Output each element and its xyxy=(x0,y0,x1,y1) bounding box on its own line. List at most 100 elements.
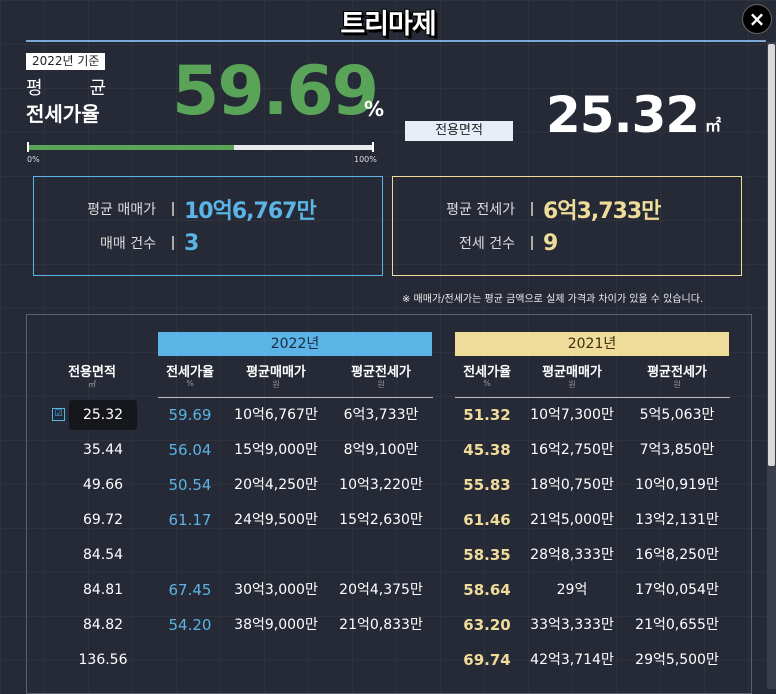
col-sale21-header: 평균매매가 xyxy=(542,365,602,380)
cell-r22: 50.54 xyxy=(168,476,212,494)
cell-s21: 28억8,333만 xyxy=(530,547,614,563)
sale-count-row: 매매 건수 3 xyxy=(34,228,382,258)
cell-r22: 56.04 xyxy=(168,441,212,459)
col-ratio21-header: 전세가율 xyxy=(463,365,511,380)
separator xyxy=(172,202,174,216)
cell-r21: 58.64 xyxy=(463,581,511,599)
cell-s22: 38억9,000만 xyxy=(234,617,318,633)
col-area-unit: ㎡ xyxy=(88,380,96,389)
avg-label: 평 균 xyxy=(26,74,106,100)
cell-j21: 7억3,850만 xyxy=(639,442,715,458)
cell-area: 84.82 xyxy=(82,617,124,633)
cell-r21: 55.83 xyxy=(463,476,511,494)
col-ratio22-unit: % xyxy=(186,379,194,388)
cell-j21: 16억8,250만 xyxy=(635,547,719,563)
col-jeonse21-header: 평균전세가 xyxy=(647,365,707,380)
cell-s22: 20억4,250만 xyxy=(234,477,318,493)
cell-area: 136.56 xyxy=(78,652,128,668)
cell-s21: 33억3,333만 xyxy=(530,617,614,633)
cell-area: 84.54 xyxy=(82,547,124,563)
cell-r21: 58.35 xyxy=(463,546,511,564)
table-row[interactable]: 84.54 58.35 28억8,333만 16억8,250만 xyxy=(27,538,753,573)
disclaimer-note: ※ 매매가/전세가는 평균 금액으로 실제 가격과 차이가 있을 수 있습니다. xyxy=(402,294,704,305)
cell-r21: 51.32 xyxy=(463,406,511,424)
col-jeonse22-unit: 원 xyxy=(377,380,385,389)
cell-r22 xyxy=(158,538,222,573)
year-2021-header: 2021년 xyxy=(455,332,729,356)
ratio-progress-fill xyxy=(28,145,234,150)
cell-j22: 20억4,375만 xyxy=(339,582,423,598)
progress-tick-start xyxy=(27,142,29,152)
jeonse-count-row: 전세 건수 9 xyxy=(393,228,741,258)
progress-tick-end xyxy=(372,142,374,152)
avg-label-part-2: 균 xyxy=(89,78,106,99)
cell-r22: 61.17 xyxy=(168,511,212,529)
cell-s21: 42억3,714만 xyxy=(530,652,614,668)
progress-scale-min: 0% xyxy=(27,155,40,164)
scrollbar-thumb[interactable] xyxy=(768,44,775,466)
cell-r22: 54.20 xyxy=(168,616,212,634)
sale-count-value: 3 xyxy=(184,230,199,256)
jeonse-summary-box: 평균 전세가 6억3,733만 전세 건수 9 xyxy=(392,176,742,276)
cell-j21: 29억5,500만 xyxy=(635,652,719,668)
ratio-progress-bar xyxy=(28,145,373,150)
area-value: 25.32 xyxy=(546,86,700,144)
cell-j22: 8억9,100만 xyxy=(343,442,419,458)
cell-s21: 16억2,750만 xyxy=(530,442,614,458)
cell-s22: 10억6,767만 xyxy=(234,407,318,423)
cell-r21: 61.46 xyxy=(463,511,511,529)
jeonse-count-value: 9 xyxy=(543,230,558,256)
year-2022-header: 2022년 xyxy=(158,332,432,356)
area-unit: ㎡ xyxy=(705,116,722,135)
cell-s22 xyxy=(225,643,327,678)
col-sale22-unit: 원 xyxy=(272,380,280,389)
cell-r22: 67.45 xyxy=(168,581,212,599)
cell-j21: 13억2,131만 xyxy=(635,512,719,528)
cell-s22: 15억9,000만 xyxy=(234,442,318,458)
app-logo: 트리마제 xyxy=(340,9,436,40)
table-row[interactable]: 84.81 67.45 30억3,000만 20억4,375만 58.64 29억 17억0… xyxy=(27,573,753,608)
table-row[interactable]: 35.44 56.04 15억9,000만 8억9,100만 45.38 16억2,750… xyxy=(27,433,753,468)
cell-j22: 10억3,220만 xyxy=(339,477,423,493)
sale-summary-box: 평균 매매가 10억6,767만 매매 건수 3 xyxy=(33,176,383,276)
separator xyxy=(172,236,174,250)
cell-r21: 63.20 xyxy=(463,616,511,634)
cell-area: 35.44 xyxy=(82,442,124,458)
table-row[interactable]: 69.72 61.17 24억9,500만 15억2,630만 61.46 21억5,00… xyxy=(27,503,753,538)
jeonse-avg-row: 평균 전세가 6억3,733만 xyxy=(393,194,741,224)
jeonse-avg-value: 6억3,733만 xyxy=(543,199,661,224)
close-button[interactable]: × xyxy=(742,4,772,34)
col-sale21-unit: 원 xyxy=(568,380,576,389)
table-row[interactable]: ☑ 25.32 59.69 10억6,767만 6억3,733만 51.32 10억7,30… xyxy=(27,398,753,433)
header-divider xyxy=(26,40,766,42)
year-badge: 2022년 기준 xyxy=(26,53,106,70)
cell-area: 69.72 xyxy=(82,512,124,528)
sale-avg-label: 평균 매매가 xyxy=(87,202,156,218)
cell-s22: 30억3,000만 xyxy=(234,582,318,598)
table-row[interactable]: 49.66 50.54 20억4,250만 10억3,220만 55.83 18억0,75… xyxy=(27,468,753,503)
cell-j22: 21억0,833만 xyxy=(339,617,423,633)
cell-j22: 6억3,733만 xyxy=(343,407,419,423)
area-label-badge: 전용면적 xyxy=(405,121,513,141)
col-jeonse22-header: 평균전세가 xyxy=(351,365,411,380)
col-ratio22-header: 전세가율 xyxy=(166,365,214,380)
col-sale22-header: 평균매매가 xyxy=(246,365,306,380)
cell-s21: 10억7,300만 xyxy=(530,407,614,423)
price-table: 2022년 2021년 전용면적 ㎡ 전세가율 % 평균매매가 원 평균전세가 … xyxy=(26,314,752,694)
cell-s21: 21억5,000만 xyxy=(530,512,614,528)
avg-label-part-1: 평 xyxy=(26,78,43,99)
cell-s21: 29억 xyxy=(556,582,588,598)
selected-checkbox-icon[interactable]: ☑ xyxy=(52,408,65,421)
cell-area: 49.66 xyxy=(82,477,124,493)
cell-area: 25.32 xyxy=(69,400,137,430)
cell-r21: 69.74 xyxy=(463,651,511,669)
jeonse-avg-label: 평균 전세가 xyxy=(446,202,515,218)
sale-avg-row: 평균 매매가 10억6,767만 xyxy=(34,194,382,224)
table-row[interactable]: 84.82 54.20 38억9,000만 21억0,833만 63.20 33억3,33… xyxy=(27,608,753,643)
cell-s21: 18억0,750만 xyxy=(530,477,614,493)
cell-j22: 15억2,630만 xyxy=(339,512,423,528)
close-icon: × xyxy=(748,7,766,31)
separator xyxy=(531,202,533,216)
cell-j21: 10억0,919만 xyxy=(635,477,719,493)
table-row[interactable]: 136.56 69.74 42억3,714만 29억5,500만 xyxy=(27,643,753,678)
